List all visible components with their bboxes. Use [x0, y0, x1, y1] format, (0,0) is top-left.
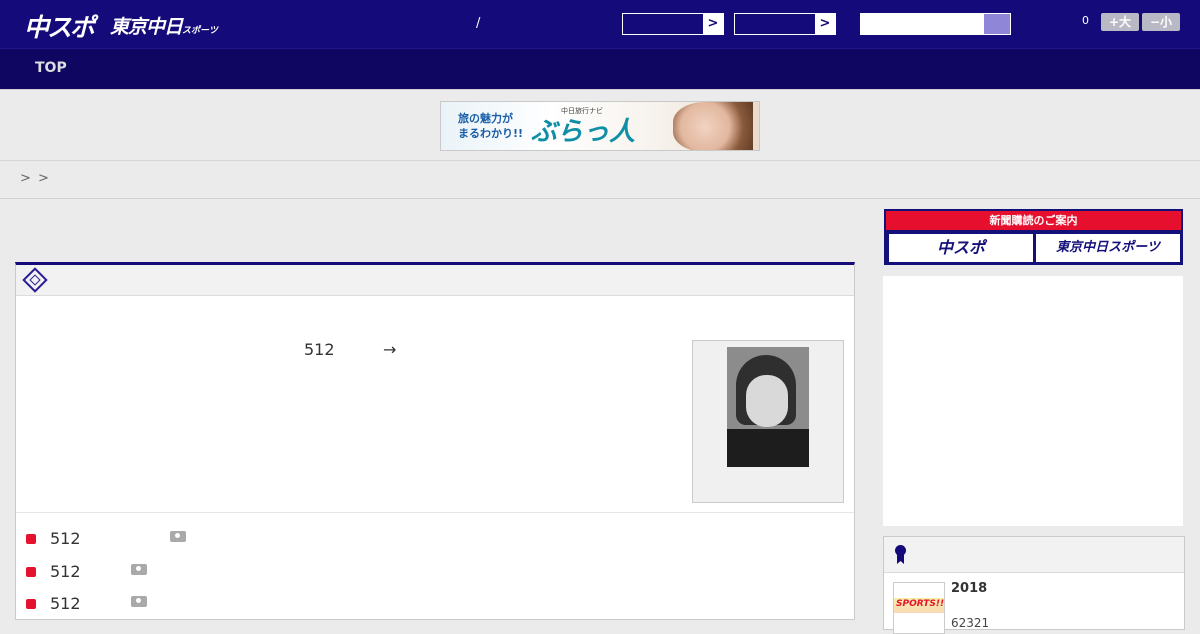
camera-icon — [131, 564, 147, 575]
tokyo-logo-small: スポーツ — [182, 26, 218, 36]
banner-text: 旅の魅力が まるわかり!! — [458, 111, 523, 141]
bullet-icon — [26, 533, 36, 544]
bullet-icon — [26, 598, 36, 609]
travel-banner-ad[interactable]: 旅の魅力が まるわかり!! 中日旅行ナビ ぶらっ人 — [440, 101, 760, 151]
related-link[interactable]: 512 — [26, 529, 186, 548]
subscribe-chuspo-button[interactable]: 中スポ — [889, 234, 1033, 262]
related-link-text: 512 — [50, 562, 81, 581]
ranking-item-sub: 62321 — [951, 616, 990, 630]
ranking-header — [884, 537, 1184, 573]
date-display: / — [476, 16, 481, 31]
main-nav: TOP — [0, 48, 1200, 89]
sidebar-ad-slot[interactable] — [883, 276, 1183, 526]
chevron-right-icon[interactable]: > — [815, 14, 835, 34]
chuspo-logo[interactable]: 中スポ — [24, 8, 95, 44]
font-smaller-button[interactable]: −小 — [1142, 13, 1180, 31]
banner-band: 旅の魅力が まるわかり!! 中日旅行ナビ ぶらっ人 — [0, 89, 1200, 161]
nav-item-top[interactable]: TOP — [35, 60, 67, 76]
related-link[interactable]: 512 — [26, 594, 147, 613]
article-photo-frame[interactable] — [692, 340, 844, 503]
tag-icon — [22, 267, 48, 293]
subscribe-tokyo-button[interactable]: 東京中日スポーツ — [1036, 234, 1180, 262]
ranking-item-title[interactable]: 2018 — [951, 581, 987, 596]
edition-select-2[interactable]: > — [734, 13, 836, 35]
banner-brand-large: ぶらっ人 — [531, 117, 636, 147]
camera-icon — [131, 596, 147, 607]
font-larger-button[interactable]: +大 — [1101, 13, 1139, 31]
banner-line-1: 旅の魅力が — [458, 112, 513, 125]
related-link-text: 512 — [50, 594, 81, 613]
article-photo[interactable] — [727, 347, 809, 467]
subscription-title: 新聞購読のご案内 — [886, 211, 1181, 230]
breadcrumb-separator: > — [38, 171, 49, 186]
breadcrumb: > > — [0, 161, 1200, 199]
article-panel: 512 → 512 512 512 — [15, 262, 855, 620]
bullet-icon — [26, 566, 36, 577]
related-link[interactable]: 512 — [26, 562, 147, 581]
banner-model-image — [673, 102, 753, 150]
site-header: 中スポ 東京中日スポーツ / > > 0 +大 −小 — [0, 0, 1200, 48]
tokyo-logo-text: 東京中日 — [110, 16, 183, 38]
ranking-thumbnail[interactable]: SPORTS!! — [893, 582, 945, 634]
article-header — [16, 265, 854, 296]
chevron-right-icon[interactable]: > — [703, 14, 723, 34]
ranking-panel: SPORTS!! 2018 62321 — [883, 536, 1185, 634]
ribbon-icon — [895, 545, 906, 556]
camera-icon — [170, 531, 186, 542]
related-link-text: 512 — [50, 529, 81, 548]
subscription-box: 新聞購読のご案内 中スポ 東京中日スポーツ — [884, 209, 1183, 265]
font-size-indicator: 0 — [1082, 14, 1089, 27]
banner-line-2: まるわかり!! — [458, 127, 524, 140]
divider — [16, 512, 854, 513]
ranking-thumb-text: SPORTS!! — [896, 599, 945, 609]
search-button[interactable] — [983, 13, 1011, 35]
breadcrumb-separator: > — [20, 171, 31, 186]
search-input[interactable] — [860, 13, 983, 35]
tokyo-chunichi-logo[interactable]: 東京中日スポーツ — [110, 12, 218, 39]
article-lead-arrow[interactable]: → — [383, 340, 396, 359]
article-lead-number: 512 — [304, 340, 335, 359]
edition-select-1[interactable]: > — [622, 13, 724, 35]
